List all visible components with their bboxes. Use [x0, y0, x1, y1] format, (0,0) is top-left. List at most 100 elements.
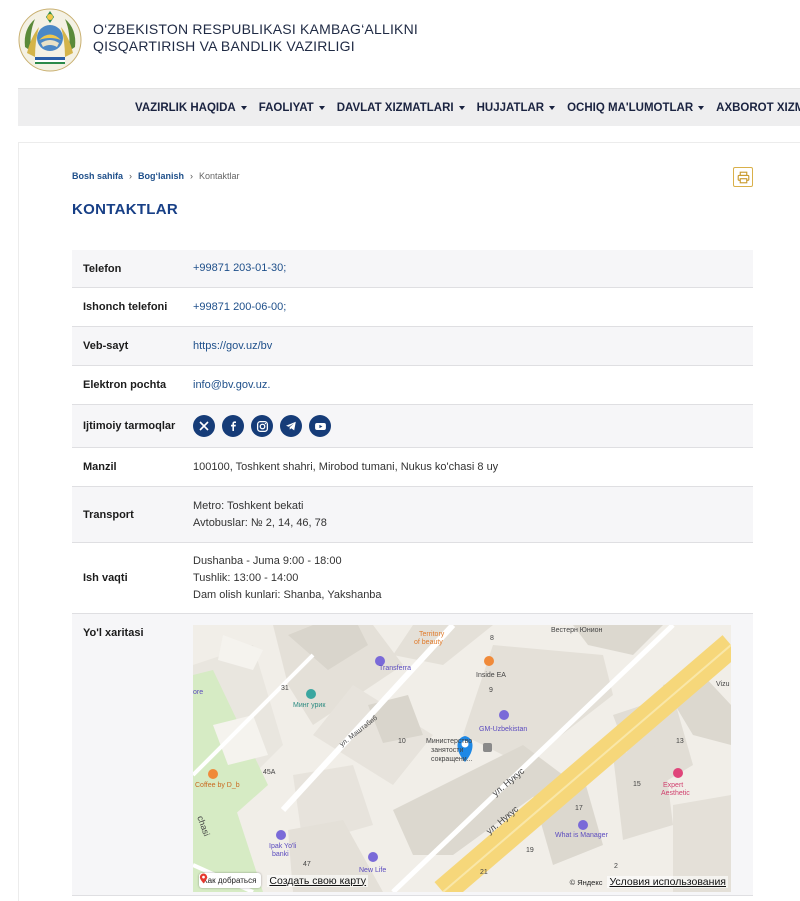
map-label-ipak2: banki	[272, 851, 289, 858]
transport-metro: Metro: Toshkent bekati	[193, 499, 304, 512]
nav-item-vazirlik-haqida[interactable]: VAZIRLIK HAQIDA	[135, 102, 247, 114]
printer-icon	[737, 171, 749, 183]
map-pin-icon	[199, 873, 208, 884]
map-house-number: 8	[490, 635, 494, 642]
nav-item-label: AXBOROT XIZMATI	[716, 102, 800, 114]
map-label-what-is: What is Manager	[555, 832, 608, 839]
map-bottom-right: © Яндекс Условия использования	[570, 876, 728, 888]
row-phone: Telefon +99871 203-01-30;	[72, 250, 753, 288]
x-icon[interactable]	[193, 415, 215, 437]
create-map-link[interactable]: Создать свою карту	[267, 874, 369, 887]
address-value: 100100, Toshkent shahri, Mirobod tumani,…	[193, 460, 499, 473]
org-name-line2: QISQARTIRISH VA BANDLIK VAZIRLIGI	[93, 38, 355, 54]
trust-phone-label: Ishonch telefoni	[83, 301, 168, 313]
site-header: O‘ZBEKISTON RESPUBLIKASI KAMBAG‘ALLIKNI …	[0, 0, 800, 88]
map-label-expert: Expert	[663, 782, 684, 789]
chevron-right-icon: ›	[129, 171, 133, 181]
row-hours: Ish vaqti Dushanba - Juma 9:00 - 18:00 T…	[72, 543, 753, 614]
nav-item-label: VAZIRLIK HAQIDA	[135, 102, 236, 114]
youtube-icon[interactable]	[309, 415, 331, 437]
hours-value: Dushanba - Juma 9:00 - 18:00 Tushlik: 13…	[193, 553, 753, 604]
nav-item-axborot-xizmati[interactable]: AXBOROT XIZMATI	[716, 102, 800, 114]
nav-item-label: FAOLIYAT	[258, 102, 314, 114]
map-label-ministry3: сокращени...	[431, 756, 473, 763]
ministry-name[interactable]: O‘ZBEKISTON RESPUBLIKASI KAMBAG‘ALLIKNI …	[93, 21, 418, 55]
nav-item-davlat-xizmatlari[interactable]: DAVLAT XIZMATLARI	[337, 102, 465, 114]
row-website: Veb-sayt https://gov.uz/bv	[72, 327, 753, 366]
map-label-ming-urik: Минг урик	[293, 702, 326, 709]
map-house-number: 19	[526, 847, 534, 854]
breadcrumb-home[interactable]: Bosh sahifa	[72, 171, 123, 181]
nav-item-label: OCHIQ MA'LUMOTLAR	[567, 102, 694, 114]
org-name-line1: O‘ZBEKISTON RESPUBLIKASI KAMBAG‘ALLIKNI	[93, 21, 418, 37]
nav-item-faoliyat[interactable]: FAOLIYAT	[259, 102, 325, 114]
print-button[interactable]	[733, 167, 753, 187]
breadcrumb-current: Kontaktlar	[199, 171, 240, 181]
terms-link[interactable]: Условия использования	[607, 876, 728, 888]
route-button-label: Как добраться	[203, 876, 257, 885]
nav-item-hujjatlar[interactable]: HUJJATLAR	[477, 102, 556, 114]
map-label-store: ore	[193, 689, 204, 696]
map-label-vizu: Vizu	[716, 681, 730, 688]
map-house-number: 13	[676, 738, 684, 745]
map-bottom-left: Как добраться Создать свою карту	[199, 873, 369, 888]
nav-item-label: HUJJATLAR	[476, 102, 545, 114]
trust-phone-link[interactable]: +99871 200-06-00;	[193, 301, 286, 313]
row-email: Elektron pochta info@bv.gov.uz.	[72, 366, 753, 405]
phone-link[interactable]: +99871 203-01-30;	[193, 262, 286, 274]
telegram-icon[interactable]	[280, 415, 302, 437]
caret-down-icon	[458, 106, 465, 110]
yandex-copyright: © Яндекс	[569, 877, 603, 887]
map-house-number: 21	[480, 869, 488, 876]
address-label: Manzil	[83, 461, 117, 473]
row-social: Ijtimoiy tarmoqlar	[72, 405, 753, 448]
map-house-number: 10	[398, 738, 406, 745]
caret-down-icon	[318, 106, 325, 110]
main-nav: VAZIRLIK HAQIDA FAOLIYAT DAVLAT XIZMATLA…	[18, 88, 800, 126]
map-label-ministry: Министерство	[426, 738, 473, 745]
map-label-territory2: of beauty	[414, 639, 443, 646]
transport-value: Metro: Toshkent bekati Avtobuslar: № 2, …	[193, 498, 753, 532]
map-house-number: 9	[489, 687, 493, 694]
facebook-icon[interactable]	[222, 415, 244, 437]
nav-item-ochiq-malumotlar[interactable]: OCHIQ MA'LUMOTLAR	[567, 102, 705, 114]
map-house-number: 31	[281, 685, 289, 692]
social-icons	[193, 415, 753, 437]
website-link[interactable]: https://gov.uz/bv	[193, 340, 272, 352]
breadcrumb-parent[interactable]: Bog‘lanish	[138, 171, 184, 181]
row-transport: Transport Metro: Toshkent bekati Avtobus…	[72, 487, 753, 543]
email-label: Elektron pochta	[83, 379, 167, 391]
email-link[interactable]: info@bv.gov.uz.	[193, 379, 270, 391]
map-label-expert2: Aesthetic	[661, 790, 690, 797]
state-emblem-icon[interactable]	[17, 7, 83, 73]
map-label-western-union: Вестерн Юнион	[551, 627, 603, 634]
nav-items: VAZIRLIK HAQIDA FAOLIYAT DAVLAT XIZMATLA…	[135, 89, 800, 127]
instagram-icon[interactable]	[251, 415, 273, 437]
nav-item-label: DAVLAT XIZMATLARI	[336, 102, 454, 114]
chevron-right-icon: ›	[190, 171, 194, 181]
transport-bus: Avtobuslar: № 2, 14, 46, 78	[193, 516, 327, 529]
route-button[interactable]: Как добраться	[199, 873, 262, 888]
caret-down-icon	[698, 106, 705, 110]
social-label: Ijtimoiy tarmoqlar	[83, 420, 176, 432]
map-house-number: 45A	[263, 769, 276, 776]
map-label-coffee: Coffee by D_b	[195, 782, 240, 789]
yandex-map[interactable]: Territory of beauty Вестерн Юнион Transf…	[193, 625, 731, 892]
map-label-inside: Inside EA	[476, 672, 506, 679]
map-label-ipak1: Ipak Yo'li	[269, 843, 297, 850]
map-label: Yo'l xaritasi	[83, 627, 144, 639]
row-address: Manzil 100100, Toshkent shahri, Mirobod …	[72, 448, 753, 487]
map-house-number: 15	[633, 781, 641, 788]
map-label-territory: Territory	[419, 631, 445, 638]
hours-label: Ish vaqti	[83, 572, 128, 584]
caret-down-icon	[240, 106, 247, 110]
row-trust-phone: Ishonch telefoni +99871 200-06-00;	[72, 288, 753, 327]
main-content: Bosh sahifa › Bog‘lanish › Kontaktlar KO…	[18, 142, 800, 901]
hours-weekend: Dam olish kunlari: Shanba, Yakshanba	[193, 588, 382, 601]
map-house-number: 17	[575, 805, 583, 812]
hours-weekdays: Dushanba - Juma 9:00 - 18:00	[193, 554, 342, 567]
transport-label: Transport	[83, 508, 134, 521]
caret-down-icon	[549, 106, 556, 110]
map-label-gm: GM-Uzbekistan	[479, 726, 528, 733]
phone-label: Telefon	[83, 262, 122, 275]
